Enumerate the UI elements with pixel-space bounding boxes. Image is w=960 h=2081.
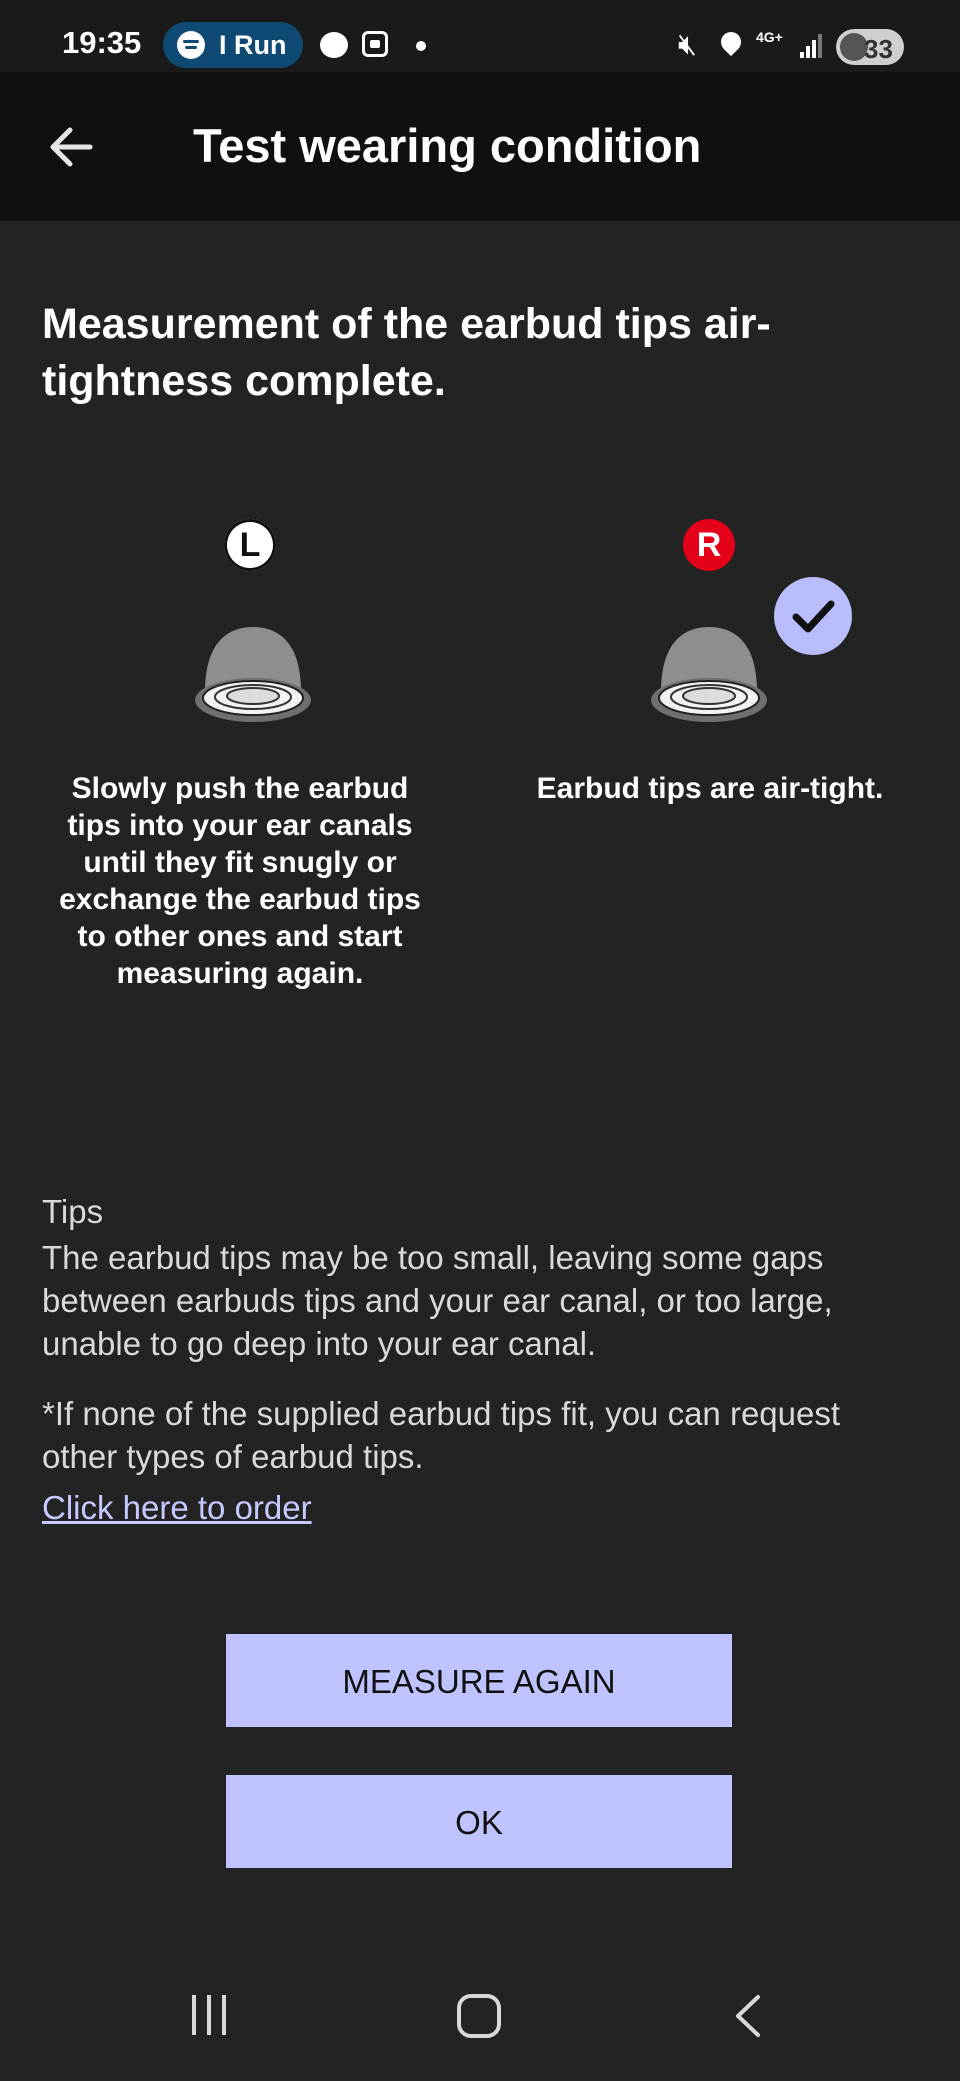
- left-earbud-status: Slowly push the earbud tips into your ea…: [59, 772, 421, 990]
- order-link[interactable]: Click here to order: [42, 1489, 312, 1527]
- status-time: 19:35: [62, 25, 142, 60]
- recent-apps-button[interactable]: [190, 1995, 232, 2037]
- nav-back-button[interactable]: [728, 1991, 768, 2041]
- right-earbud-status: Earbud tips are air-tight.: [536, 772, 884, 805]
- spotify-icon: [177, 31, 205, 59]
- home-button[interactable]: [457, 1994, 501, 2038]
- tips-note: *If none of the supplied earbud tips fit…: [42, 1395, 841, 1475]
- ok-button[interactable]: OK: [226, 1775, 732, 1868]
- notification-dot-icon: [416, 41, 426, 51]
- left-side-badge: L: [224, 519, 276, 571]
- battery-indicator: 33: [836, 29, 904, 65]
- mute-icon: 🔇︎: [678, 28, 697, 61]
- signal-icon: [800, 32, 824, 58]
- battery-level: 33: [864, 34, 893, 64]
- system-nav-bar: [0, 1955, 960, 2081]
- tips-heading: Tips: [42, 1193, 104, 1230]
- app-bar: Test wearing condition: [0, 72, 960, 221]
- measure-again-button[interactable]: MEASURE AGAIN: [226, 1634, 732, 1727]
- messenger-icon: [320, 32, 348, 58]
- result-headline: Measurement of the earbud tips air-tight…: [42, 300, 771, 405]
- right-side-badge: R: [683, 519, 735, 571]
- screen-capture-icon: [362, 31, 388, 57]
- check-circle-icon: [774, 577, 852, 655]
- tips-body: The earbud tips may be too small, leavin…: [42, 1239, 833, 1362]
- page-title: Test wearing condition: [193, 119, 702, 172]
- spotify-chip[interactable]: I Run: [163, 22, 303, 68]
- back-arrow-icon: [50, 127, 93, 167]
- network-type: 4G+: [756, 29, 783, 45]
- left-earbud-tip-icon: [195, 627, 311, 722]
- right-earbud-tip-icon: [651, 627, 767, 722]
- spotify-label: I Run: [219, 30, 287, 60]
- location-icon: [716, 27, 746, 57]
- back-button[interactable]: [40, 112, 110, 182]
- status-bar: 19:35 I Run 🔇︎ 4G+ 33: [0, 0, 960, 72]
